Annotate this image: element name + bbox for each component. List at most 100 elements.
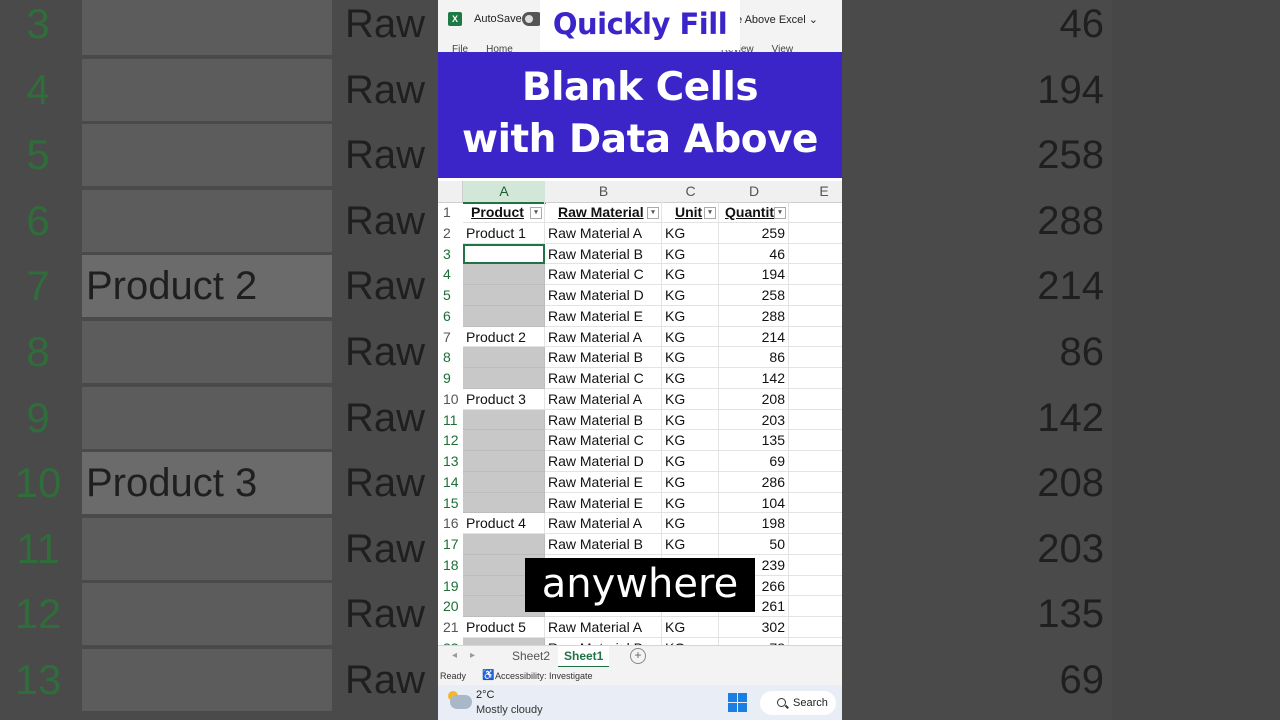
cell-raw-material[interactable]: Raw Material E	[545, 492, 662, 514]
select-all-corner[interactable]	[438, 181, 463, 203]
header-product[interactable]: Product ▾	[463, 202, 545, 223]
row-number[interactable]: 5	[438, 285, 462, 306]
cell-unit[interactable]: KG	[662, 347, 719, 368]
cell-quantity[interactable]: 135	[719, 430, 789, 451]
cell-product[interactable]	[463, 285, 545, 306]
cell-e[interactable]	[789, 638, 842, 645]
cell-e[interactable]	[789, 389, 842, 410]
cell-raw-material[interactable]: Raw Material D	[545, 451, 662, 472]
header-unit[interactable]: Unit ▾	[662, 202, 719, 223]
tab-scroll-left-icon[interactable]: ◂	[452, 650, 457, 661]
row-number[interactable]: 6	[438, 306, 462, 327]
row-number[interactable]: 3	[438, 244, 462, 265]
filter-dropdown-icon[interactable]: ▾	[704, 207, 716, 219]
cell-e[interactable]	[789, 513, 842, 534]
cell-raw-material[interactable]: Raw Material D	[545, 285, 662, 306]
filter-dropdown-icon[interactable]: ▾	[647, 207, 659, 219]
cell-unit[interactable]: KG	[662, 637, 719, 645]
row-number[interactable]: 9	[438, 368, 462, 389]
cell-product[interactable]: Product 2	[463, 326, 545, 348]
tab-scroll-right-icon[interactable]: ▸	[470, 650, 475, 661]
document-title[interactable]: e Above Excel ⌄	[736, 13, 818, 26]
row-number[interactable]: 20	[438, 596, 462, 617]
cell-product[interactable]	[463, 264, 545, 285]
cell-e[interactable]	[789, 285, 842, 306]
cell-quantity[interactable]: 258	[719, 285, 789, 306]
cell-quantity[interactable]: 288	[719, 305, 789, 327]
cell-quantity[interactable]: 194	[719, 264, 789, 285]
cell-e[interactable]	[789, 327, 842, 348]
cell-raw-material[interactable]: Raw Material B	[545, 409, 662, 431]
cell-quantity[interactable]: 86	[719, 347, 789, 368]
add-sheet-icon[interactable]: +	[630, 648, 646, 664]
cell-quantity[interactable]: 208	[719, 388, 789, 410]
row-number[interactable]: 10	[438, 389, 462, 410]
cell-raw-material[interactable]: Raw Material E	[545, 305, 662, 327]
windows-start-icon[interactable]	[728, 693, 747, 712]
cell-product[interactable]	[463, 409, 545, 431]
cell-product[interactable]	[463, 534, 545, 555]
column-header-d[interactable]: D	[719, 181, 790, 203]
cell-product[interactable]	[463, 471, 545, 493]
header-quantity[interactable]: Quantit ▾	[719, 202, 789, 223]
cell-unit[interactable]: KG	[662, 388, 719, 410]
row-number[interactable]: 1	[438, 202, 462, 223]
weather-temp[interactable]: 2°C	[476, 689, 494, 701]
tab-sheet1[interactable]: Sheet1	[558, 646, 610, 668]
row-number[interactable]: 15	[438, 493, 462, 514]
cell-e[interactable]	[789, 534, 842, 555]
cell-product[interactable]	[463, 243, 545, 265]
cell-quantity[interactable]: 302	[719, 617, 789, 638]
cell-quantity[interactable]: 50	[719, 534, 789, 555]
cell-e[interactable]	[789, 244, 842, 265]
cell-quantity[interactable]: 78	[719, 637, 789, 645]
cell-raw-material[interactable]: Raw Material E	[545, 471, 662, 493]
row-number[interactable]: 14	[438, 472, 462, 493]
cell-quantity[interactable]: 198	[719, 513, 789, 534]
cell-raw-material[interactable]: Raw Material B	[545, 347, 662, 368]
column-header-e[interactable]: E	[789, 181, 842, 203]
cell-quantity[interactable]: 142	[719, 368, 789, 389]
cell-unit[interactable]: KG	[662, 305, 719, 327]
filter-dropdown-icon[interactable]: ▾	[774, 207, 786, 219]
row-number[interactable]: 11	[438, 410, 462, 431]
cell-raw-material[interactable]: Raw Material C	[545, 430, 662, 451]
cell-product[interactable]	[463, 637, 545, 645]
cell-raw-material[interactable]: Raw Material A	[545, 222, 662, 244]
cell-quantity[interactable]: 259	[719, 222, 789, 244]
cell-raw-material[interactable]: Raw Material B	[545, 637, 662, 645]
cell-unit[interactable]: KG	[662, 409, 719, 431]
cell-raw-material[interactable]: Raw Material A	[545, 388, 662, 410]
cell-unit[interactable]: KG	[662, 222, 719, 244]
cell-raw-material[interactable]: Raw Material A	[545, 617, 662, 638]
accessibility-status[interactable]: Accessibility: Investigate	[495, 671, 593, 681]
cell-e[interactable]	[789, 264, 842, 285]
cell-product[interactable]	[463, 492, 545, 514]
cell-e[interactable]	[789, 223, 842, 244]
cell-quantity[interactable]: 69	[719, 451, 789, 472]
header-raw-material[interactable]: Raw Material ▾	[545, 202, 662, 223]
cell-e[interactable]	[789, 368, 842, 389]
cell-e[interactable]	[789, 410, 842, 431]
cell-e1[interactable]	[789, 202, 842, 223]
cell-quantity[interactable]: 104	[719, 492, 789, 514]
cell-quantity[interactable]: 286	[719, 471, 789, 493]
cell-raw-material[interactable]: Raw Material A	[545, 513, 662, 534]
column-header-b[interactable]: B	[545, 181, 663, 203]
row-number[interactable]: 7	[438, 327, 462, 348]
column-header-c[interactable]: C	[662, 181, 720, 203]
cell-e[interactable]	[789, 493, 842, 514]
cell-unit[interactable]: KG	[662, 471, 719, 493]
cell-quantity[interactable]: 46	[719, 243, 789, 265]
cell-unit[interactable]: KG	[662, 326, 719, 348]
cell-product[interactable]: Product 4	[463, 513, 545, 534]
cell-raw-material[interactable]: Raw Material C	[545, 264, 662, 285]
cell-e[interactable]	[789, 347, 842, 368]
cell-unit[interactable]: KG	[662, 243, 719, 265]
cell-product[interactable]	[463, 451, 545, 472]
row-number[interactable]: 19	[438, 576, 462, 597]
cell-raw-material[interactable]: Raw Material B	[545, 534, 662, 555]
cell-product[interactable]: Product 1	[463, 222, 545, 244]
row-number[interactable]: 22	[438, 638, 462, 645]
taskbar-search[interactable]: Search	[760, 691, 836, 715]
